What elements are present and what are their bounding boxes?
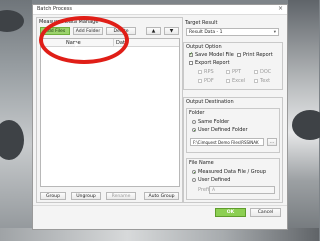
cancel-button[interactable]: Cancel	[250, 208, 281, 217]
ungroup-button[interactable]: Ungroup	[71, 192, 101, 200]
format-pdf-checkbox	[198, 79, 202, 83]
user-defined-folder-label: User Defined Folder	[198, 127, 248, 133]
background-hole	[292, 110, 320, 140]
measured-data-file-group-radio[interactable]	[192, 170, 196, 174]
target-result-value: Result Data - 1	[189, 30, 223, 35]
batch-process-dialog: Batch Process × Measured Data Manage Add…	[32, 4, 288, 230]
group-title: Output Destination	[186, 99, 234, 105]
user-defined-label: User Defined	[198, 177, 231, 183]
move-down-button[interactable]: ▼	[164, 27, 179, 35]
export-report-checkbox[interactable]	[189, 61, 193, 65]
target-result-select[interactable]: Result Data - 1 ▾	[186, 28, 279, 36]
export-report-label: Export Report	[195, 60, 230, 66]
group-title: Folder	[189, 110, 205, 116]
format-excel-label: Excel	[232, 78, 246, 84]
format-rps-checkbox	[198, 70, 202, 74]
format-pdf-label: PDF	[204, 78, 214, 84]
print-report-checkbox[interactable]	[237, 53, 241, 57]
file-name-group: File Name Measured Data File / Group Use…	[186, 158, 280, 200]
chevron-down-icon: ▾	[273, 30, 276, 35]
highlight-ring-annotation	[39, 16, 129, 64]
format-excel-checkbox	[226, 79, 230, 83]
prefix-input: A	[209, 186, 275, 194]
format-rps-label: RPS	[204, 69, 214, 75]
print-report-label: Print Report	[243, 52, 273, 58]
group-title: File Name	[189, 160, 214, 166]
format-doc-label: DOC	[260, 69, 272, 75]
move-up-button[interactable]: ▲	[146, 27, 161, 35]
footer-divider	[33, 205, 287, 206]
folder-group: Folder Same Folder User Defined Folder F…	[186, 108, 280, 153]
same-folder-radio[interactable]	[192, 120, 196, 124]
target-result-title: Target Result	[185, 20, 218, 26]
output-destination-group: Output Destination Folder Same Folder Us…	[183, 97, 283, 203]
group-button[interactable]: Group	[40, 192, 66, 200]
format-doc-checkbox	[254, 70, 258, 74]
group-title: Output Option	[186, 44, 222, 50]
title-bar: Batch Process ×	[33, 5, 287, 15]
auto-group-button[interactable]: Auto Group	[144, 192, 179, 200]
output-option-group: Output Option Save Model File Print Repo…	[183, 42, 283, 90]
measured-data-file-group-label: Measured Data File / Group	[198, 169, 266, 175]
ok-button[interactable]: OK	[215, 208, 246, 217]
same-folder-label: Same Folder	[198, 119, 230, 125]
window-title: Batch Process	[37, 6, 72, 12]
format-ppt-checkbox	[226, 70, 230, 74]
close-icon[interactable]: ×	[278, 5, 283, 12]
save-model-file-checkbox[interactable]	[189, 51, 193, 57]
user-defined-folder-radio[interactable]	[192, 128, 196, 132]
user-defined-radio[interactable]	[192, 178, 196, 182]
format-ppt-label: PPT	[232, 69, 242, 75]
browse-button[interactable]: ...	[267, 138, 277, 146]
format-text-label: Text	[260, 78, 271, 84]
rename-button: Rename	[106, 192, 136, 200]
format-text-checkbox	[254, 79, 258, 83]
save-model-file-label: Save Model File	[195, 52, 234, 58]
folder-path-input[interactable]: F:\Cimquest Demo Files\RSSINAK	[190, 138, 264, 146]
